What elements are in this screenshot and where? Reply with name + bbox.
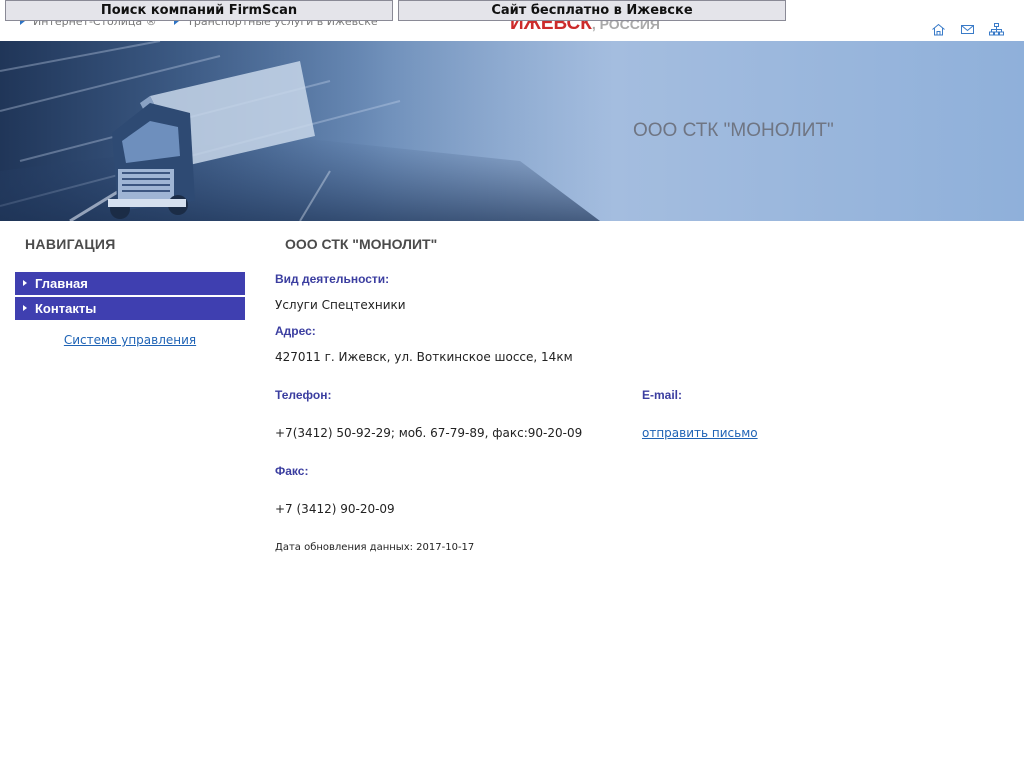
chevron-right-icon xyxy=(23,280,27,286)
home-icon[interactable] xyxy=(931,23,946,36)
phone-label: Телефон: xyxy=(275,388,332,402)
fax-value: +7 (3412) 90-20-09 xyxy=(275,502,395,516)
firmscan-search-button[interactable]: Поиск компаний FirmScan xyxy=(5,0,393,21)
sidebar-item-contacts[interactable]: Контакты xyxy=(15,297,245,320)
nav-heading: НАВИГАЦИЯ xyxy=(25,236,116,252)
admin-panel-link[interactable]: Система управления xyxy=(15,333,245,347)
truck-banner-image xyxy=(0,41,1024,221)
email-label: E-mail: xyxy=(642,388,683,402)
chevron-right-icon xyxy=(23,305,27,311)
mail-icon[interactable] xyxy=(960,23,975,36)
page-title: ООО СТК "МОНОЛИТ" xyxy=(285,236,438,252)
banner: ООО СТК "МОНОЛИТ" xyxy=(0,41,1024,221)
sidebar-nav: Главная Контакты xyxy=(15,272,245,322)
activity-label: Вид деятельности: xyxy=(275,272,390,286)
free-site-button[interactable]: Сайт бесплатно в Ижевске xyxy=(398,0,786,21)
address-value: 427011 г. Ижевск, ул. Воткинское шоссе, … xyxy=(275,350,573,364)
phone-value: +7(3412) 50-92-29; моб. 67-79-89, факс:9… xyxy=(275,426,583,440)
last-updated-text: Дата обновления данных: 2017-10-17 xyxy=(275,542,475,553)
fax-label: Факс: xyxy=(275,464,309,478)
send-email-link[interactable]: отправить письмо xyxy=(642,426,758,440)
sidebar-item-label: Главная xyxy=(35,276,88,291)
address-label: Адрес: xyxy=(275,324,316,338)
header-icons xyxy=(931,23,1004,36)
banner-company-title: ООО СТК "МОНОЛИТ" xyxy=(633,120,834,141)
activity-value: Услуги Спецтехники xyxy=(275,298,406,312)
sidebar-item-label: Контакты xyxy=(35,301,97,316)
sidebar-item-home[interactable]: Главная xyxy=(15,272,245,295)
sitemap-icon[interactable] xyxy=(989,23,1004,36)
